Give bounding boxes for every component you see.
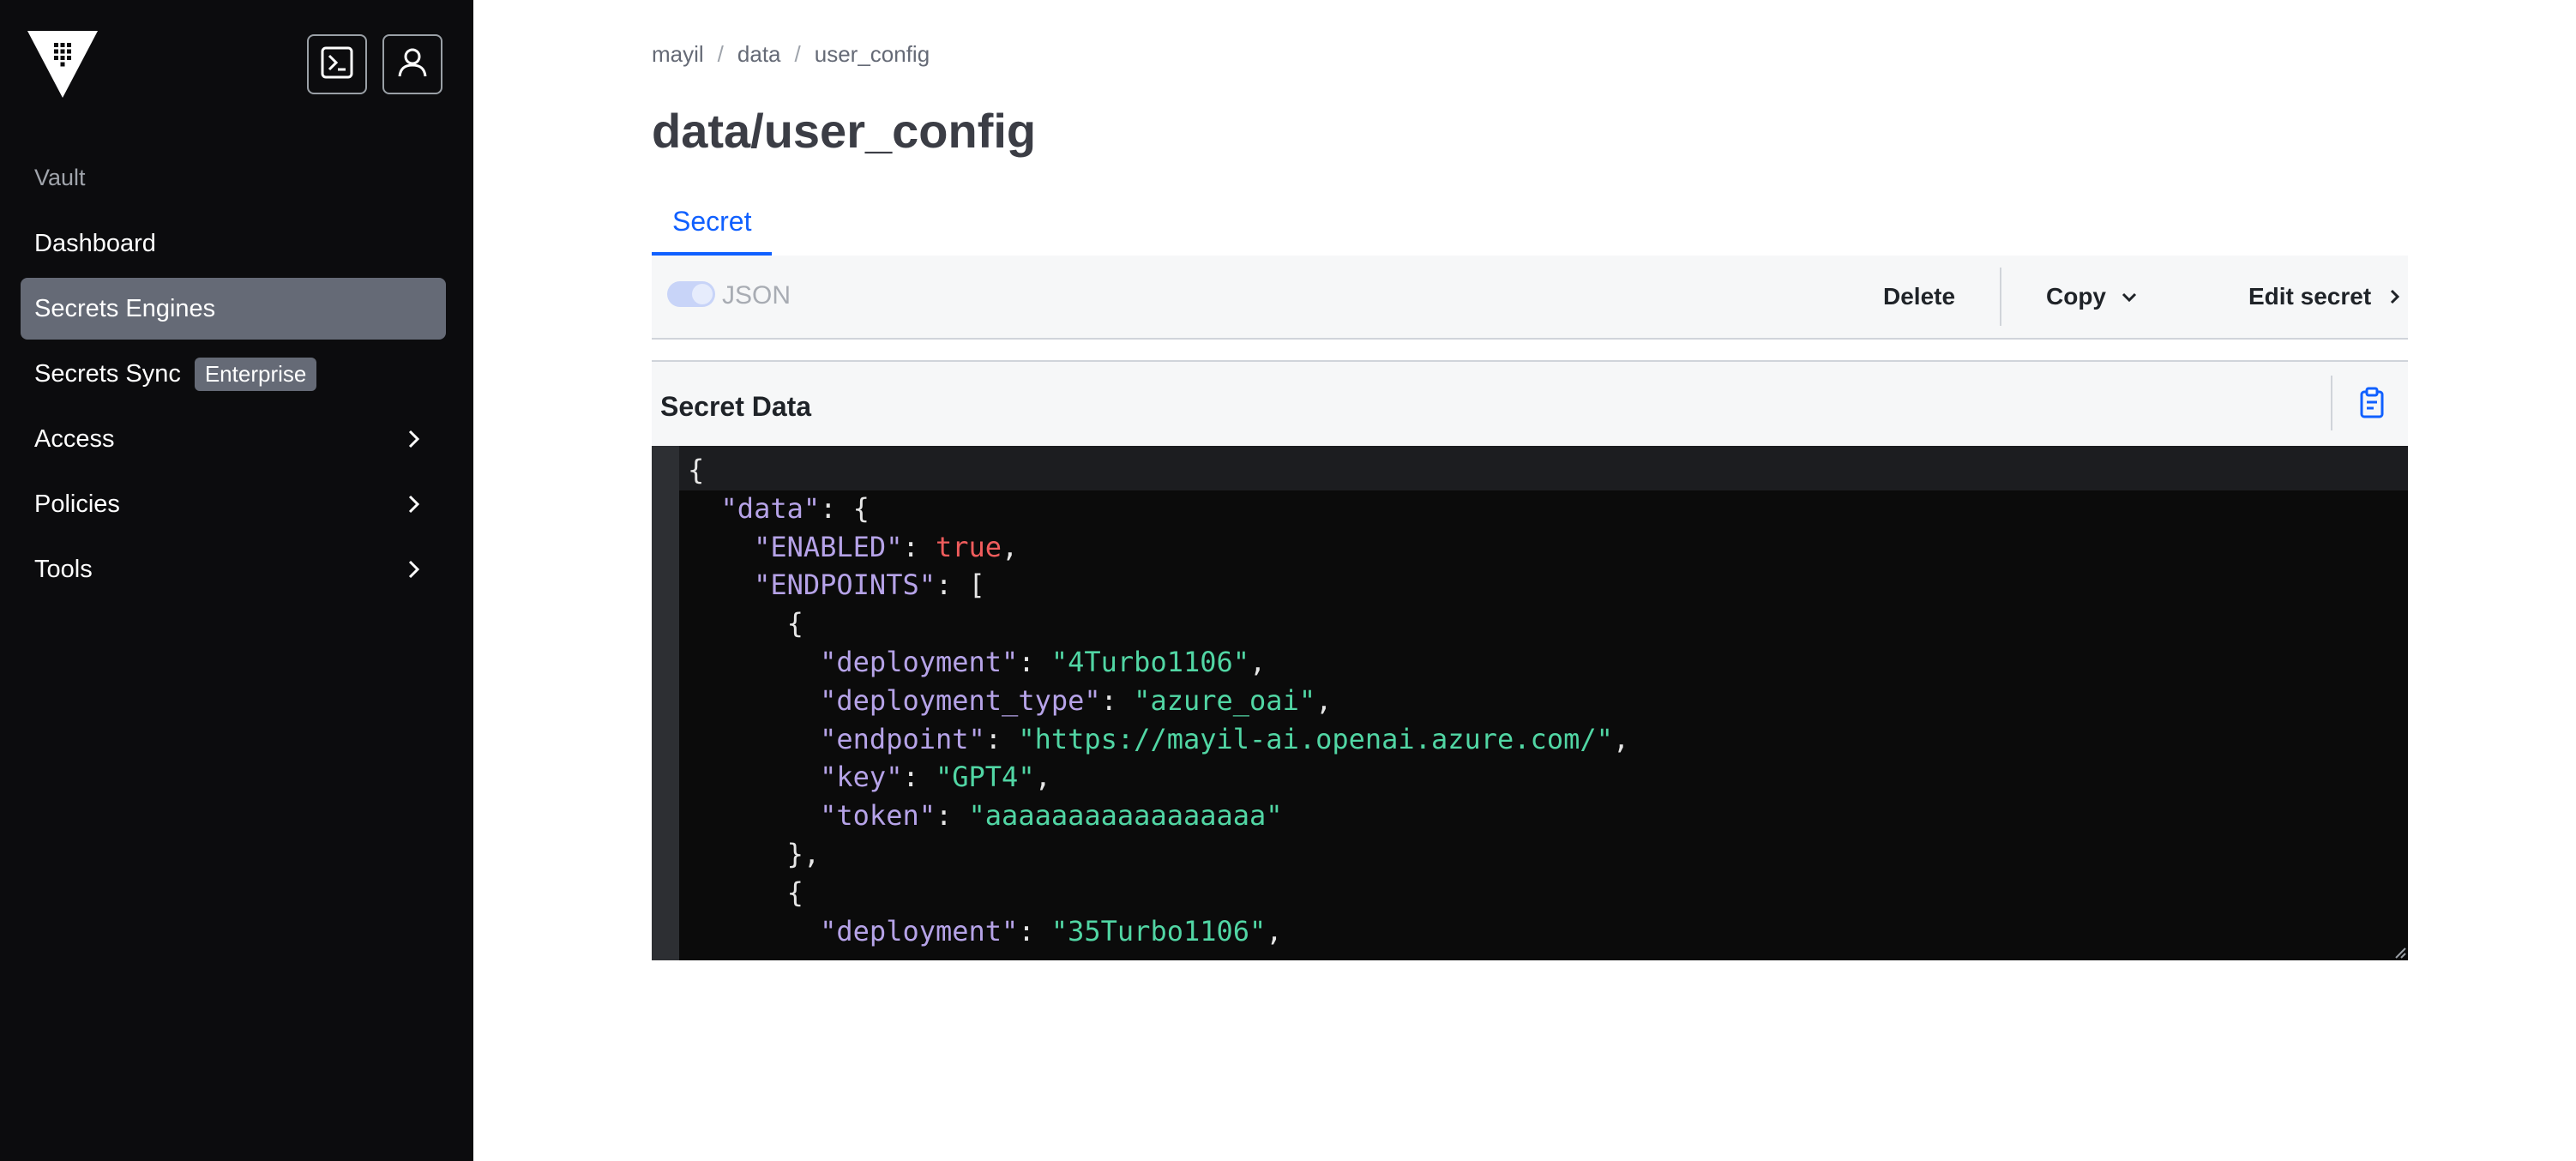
copy-label: Copy [2046, 283, 2106, 310]
sidebar-item-label: Tools [34, 555, 93, 583]
sidebar-item-access[interactable]: Access [21, 408, 446, 470]
sidebar-item-label: Secrets Sync [34, 359, 181, 388]
copy-dropdown-button[interactable]: Copy [2046, 256, 2140, 338]
chevron-right-icon [401, 427, 425, 451]
user-icon [395, 45, 430, 84]
sidebar: Vault Dashboard Secrets Engines Secrets … [0, 0, 473, 1161]
copy-clipboard-button[interactable] [2355, 386, 2389, 420]
tab-bar: Secret [652, 190, 2408, 257]
header-divider [2331, 376, 2332, 430]
breadcrumb-item-data[interactable]: data [737, 41, 781, 68]
sidebar-item-secrets-engines[interactable]: Secrets Engines [21, 278, 446, 340]
sidebar-item-label: Policies [34, 490, 120, 518]
secret-data-title: Secret Data [660, 391, 812, 422]
sidebar-item-dashboard[interactable]: Dashboard [21, 213, 446, 274]
breadcrumb-separator: / [794, 41, 801, 67]
sidebar-item-label: Access [34, 424, 115, 453]
sidebar-item-policies[interactable]: Policies [21, 473, 446, 535]
breadcrumb-item-user-config: user_config [814, 41, 930, 67]
breadcrumb-separator: / [717, 41, 724, 67]
edit-secret-button[interactable]: Edit secret [2248, 256, 2405, 338]
page-title: data/user_config [652, 104, 1037, 158]
vault-logo-icon[interactable] [27, 31, 98, 98]
json-toggle-label: JSON [722, 281, 791, 310]
toolbar-divider [2000, 268, 2001, 326]
console-icon [320, 45, 354, 84]
delete-label: Delete [1883, 283, 1956, 310]
breadcrumb: mayil / data / user_config [652, 41, 930, 68]
sidebar-item-secrets-sync[interactable]: Secrets Sync Enterprise [21, 343, 446, 405]
edit-secret-label: Edit secret [2248, 283, 2372, 310]
app-layout: Vault Dashboard Secrets Engines Secrets … [0, 0, 2576, 1161]
resize-handle-icon[interactable] [2392, 945, 2406, 959]
sidebar-item-label: Secrets Engines [34, 294, 216, 322]
sidebar-item-tools[interactable]: Tools [21, 538, 446, 600]
clipboard-icon [2360, 387, 2384, 418]
enterprise-badge: Enterprise [194, 357, 317, 391]
json-toggle-knob [692, 284, 713, 304]
user-menu-button[interactable] [382, 34, 442, 94]
json-toggle[interactable] [667, 281, 715, 307]
tab-secret[interactable]: Secret [652, 190, 773, 256]
json-editor[interactable]: { "data": { "ENABLED": true, "ENDPOINTS"… [652, 446, 2408, 960]
nav-section-label: Vault [34, 165, 86, 190]
breadcrumb-item-mayil[interactable]: mayil [652, 41, 704, 68]
chevron-right-icon [2391, 289, 2400, 304]
editor-gutter [652, 446, 679, 960]
delete-button[interactable]: Delete [1883, 256, 1955, 338]
chevron-right-icon [401, 557, 425, 581]
secret-toolbar: JSON Delete Copy Edit secret [652, 256, 2408, 340]
sidebar-item-label: Dashboard [34, 229, 156, 257]
console-button[interactable] [307, 34, 367, 94]
secret-data-header: Secret Data [652, 360, 2408, 446]
main-content: mayil / data / user_config data/user_con… [473, 0, 2576, 1161]
json-code: { "data": { "ENABLED": true, "ENDPOINTS"… [688, 454, 1630, 947]
chevron-right-icon [401, 492, 425, 516]
chevron-down-icon [2122, 292, 2137, 303]
